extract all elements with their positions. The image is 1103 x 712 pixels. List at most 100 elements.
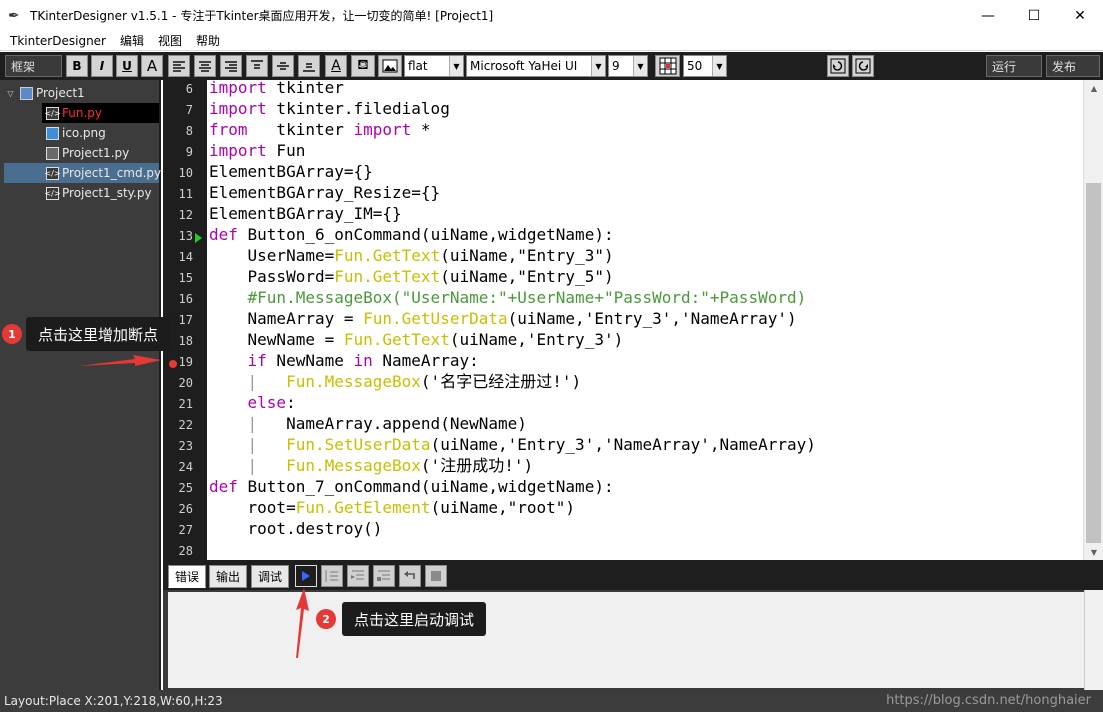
line-number[interactable]: 26 <box>163 502 193 516</box>
align-bottom-icon[interactable] <box>298 55 320 77</box>
minimize-button[interactable]: — <box>965 0 1011 31</box>
line-number[interactable]: 20 <box>163 376 193 390</box>
line-number[interactable]: 21 <box>163 397 193 411</box>
code-line[interactable]: root.destroy() <box>209 518 383 539</box>
align-top-icon[interactable] <box>246 55 268 77</box>
code-line[interactable]: | Fun.SetUserData(uiName,'Entry_3','Name… <box>209 434 816 455</box>
rotate-right-icon[interactable] <box>852 55 874 77</box>
image-icon[interactable] <box>378 55 402 77</box>
code-line[interactable]: import tkinter <box>209 80 344 98</box>
code-line[interactable]: | NameArray.append(NewName) <box>209 413 527 434</box>
line-number[interactable]: 14 <box>163 250 193 264</box>
align-left-icon[interactable] <box>168 55 190 77</box>
project-icon <box>20 86 33 100</box>
tree-item-project1-cmd[interactable]: </> Project1_cmd.py <box>4 163 161 183</box>
menu-help[interactable]: 帮助 <box>189 32 227 49</box>
relief-select[interactable]: flat ▼ <box>404 55 464 77</box>
align-middle-icon[interactable] <box>272 55 294 77</box>
editor-scrollbar[interactable]: ▲ ▼ <box>1083 80 1103 560</box>
scroll-up-icon[interactable]: ▲ <box>1084 80 1103 96</box>
line-number[interactable]: 23 <box>163 439 193 453</box>
font-color-button[interactable]: A <box>141 55 163 77</box>
tab-errors[interactable]: 错误 <box>168 565 206 588</box>
code-editor[interactable]: 6 7 8 9 10 11 12 13 14 15 16 17 18 19 20 21 22 23 24 25 26 27… <box>163 80 1083 560</box>
line-number[interactable]: 22 <box>163 418 193 432</box>
step-out-icon[interactable] <box>373 565 395 587</box>
code-line[interactable]: UserName=Fun.GetText(uiName,"Entry_3") <box>209 245 614 266</box>
italic-button[interactable]: I <box>91 55 113 77</box>
code-line[interactable]: from tkinter import * <box>209 119 431 140</box>
line-number[interactable]: 12 <box>163 208 193 222</box>
line-number[interactable]: 27 <box>163 523 193 537</box>
return-icon[interactable] <box>399 565 421 587</box>
line-number[interactable]: 7 <box>163 103 193 117</box>
code-line[interactable]: NewName = Fun.GetText(uiName,'Entry_3') <box>209 329 624 350</box>
line-number[interactable]: 9 <box>163 145 193 159</box>
code-line[interactable]: #Fun.MessageBox("UserName:"+UserName+"Pa… <box>209 287 807 308</box>
code-line[interactable]: ElementBGArray_Resize={} <box>209 182 440 203</box>
code-line[interactable]: ElementBGArray_IM={} <box>209 203 402 224</box>
rotate-left-icon[interactable] <box>827 55 849 77</box>
font-family-select[interactable]: Microsoft YaHei UI ▼ <box>466 55 606 77</box>
code-line[interactable]: def Button_7_onCommand(uiName,widgetName… <box>209 476 614 497</box>
tree-item-fun[interactable]: </> Fun.py <box>42 103 159 123</box>
tree-item-project1-sty[interactable]: </> Project1_sty.py <box>42 183 159 203</box>
code-line[interactable]: def Button_6_onCommand(uiName,widgetName… <box>209 224 614 245</box>
font-size-select[interactable]: 9 ▼ <box>608 55 648 77</box>
code-line[interactable]: import tkinter.filedialog <box>209 98 450 119</box>
current-line-arrow-icon <box>195 233 202 243</box>
align-center-icon[interactable] <box>194 55 216 77</box>
code-line[interactable]: PassWord=Fun.GetText(uiName,"Entry_5") <box>209 266 614 287</box>
align-right-icon[interactable] <box>220 55 242 77</box>
scroll-down-icon[interactable]: ▼ <box>1084 544 1103 560</box>
menu-edit[interactable]: 编辑 <box>113 32 151 49</box>
line-number[interactable]: 10 <box>163 166 193 180</box>
tab-output[interactable]: 输出 <box>209 565 247 588</box>
line-number[interactable]: 25 <box>163 481 193 495</box>
code-line[interactable]: NameArray = Fun.GetUserData(uiName,'Entr… <box>209 308 797 329</box>
fill-bucket-icon[interactable]: ⛾ <box>351 55 375 77</box>
line-number[interactable]: 13 <box>163 229 193 243</box>
menu-view[interactable]: 视图 <box>151 32 189 49</box>
line-number[interactable]: 19 <box>163 355 193 369</box>
frame-selector[interactable]: 框架 <box>5 55 62 77</box>
breakpoint-dot[interactable] <box>169 360 177 368</box>
line-number[interactable]: 15 <box>163 271 193 285</box>
step-over-icon[interactable] <box>347 565 369 587</box>
menu-tkinterdesigner[interactable]: TkinterDesigner <box>0 34 113 48</box>
tab-debug[interactable]: 调试 <box>251 565 289 588</box>
code-line[interactable]: | Fun.MessageBox('注册成功!') <box>209 455 534 476</box>
line-number[interactable]: 28 <box>163 544 193 558</box>
maximize-button[interactable]: ☐ <box>1011 0 1057 31</box>
line-number[interactable]: 16 <box>163 292 193 306</box>
grid-size-select[interactable]: 50 ▼ <box>683 55 727 77</box>
code-line[interactable]: root=Fun.GetElement(uiName,"root") <box>209 497 576 518</box>
step-into-icon[interactable] <box>321 565 343 587</box>
stop-icon[interactable] <box>425 565 447 587</box>
tree-root[interactable]: ▽ Project1 <box>4 83 154 103</box>
code-line[interactable]: if NewName in NameArray: <box>209 350 479 371</box>
code-line[interactable]: ElementBGArray={} <box>209 161 373 182</box>
code-line[interactable]: import Fun <box>209 140 305 161</box>
scrollbar-thumb[interactable] <box>1086 183 1101 543</box>
tree-item-project1[interactable]: Project1.py <box>42 143 159 163</box>
code-line[interactable]: else: <box>209 392 296 413</box>
line-number[interactable]: 24 <box>163 460 193 474</box>
close-button[interactable]: ✕ <box>1057 0 1103 31</box>
output-scrollbar[interactable] <box>1084 590 1103 690</box>
publish-button[interactable]: 发布 <box>1046 55 1100 77</box>
code-text-area[interactable]: import tkinter import tkinter.filedialog f… <box>207 80 1083 560</box>
line-number[interactable]: 8 <box>163 124 193 138</box>
underline-button[interactable]: U <box>116 55 138 77</box>
code-line[interactable]: | Fun.MessageBox('名字已经注册过!') <box>209 371 582 392</box>
start-debug-button[interactable] <box>295 565 317 587</box>
code-token: (uiName,'Entry_3','NameArray') <box>507 309 797 328</box>
grid-icon[interactable] <box>655 55 680 77</box>
text-color-icon[interactable]: A <box>325 55 347 77</box>
run-button[interactable]: 运行 <box>986 55 1042 77</box>
line-number[interactable]: 6 <box>163 82 193 96</box>
tree-item-ico[interactable]: ico.png <box>42 123 159 143</box>
bold-button[interactable]: B <box>66 55 88 77</box>
line-number[interactable]: 11 <box>163 187 193 201</box>
